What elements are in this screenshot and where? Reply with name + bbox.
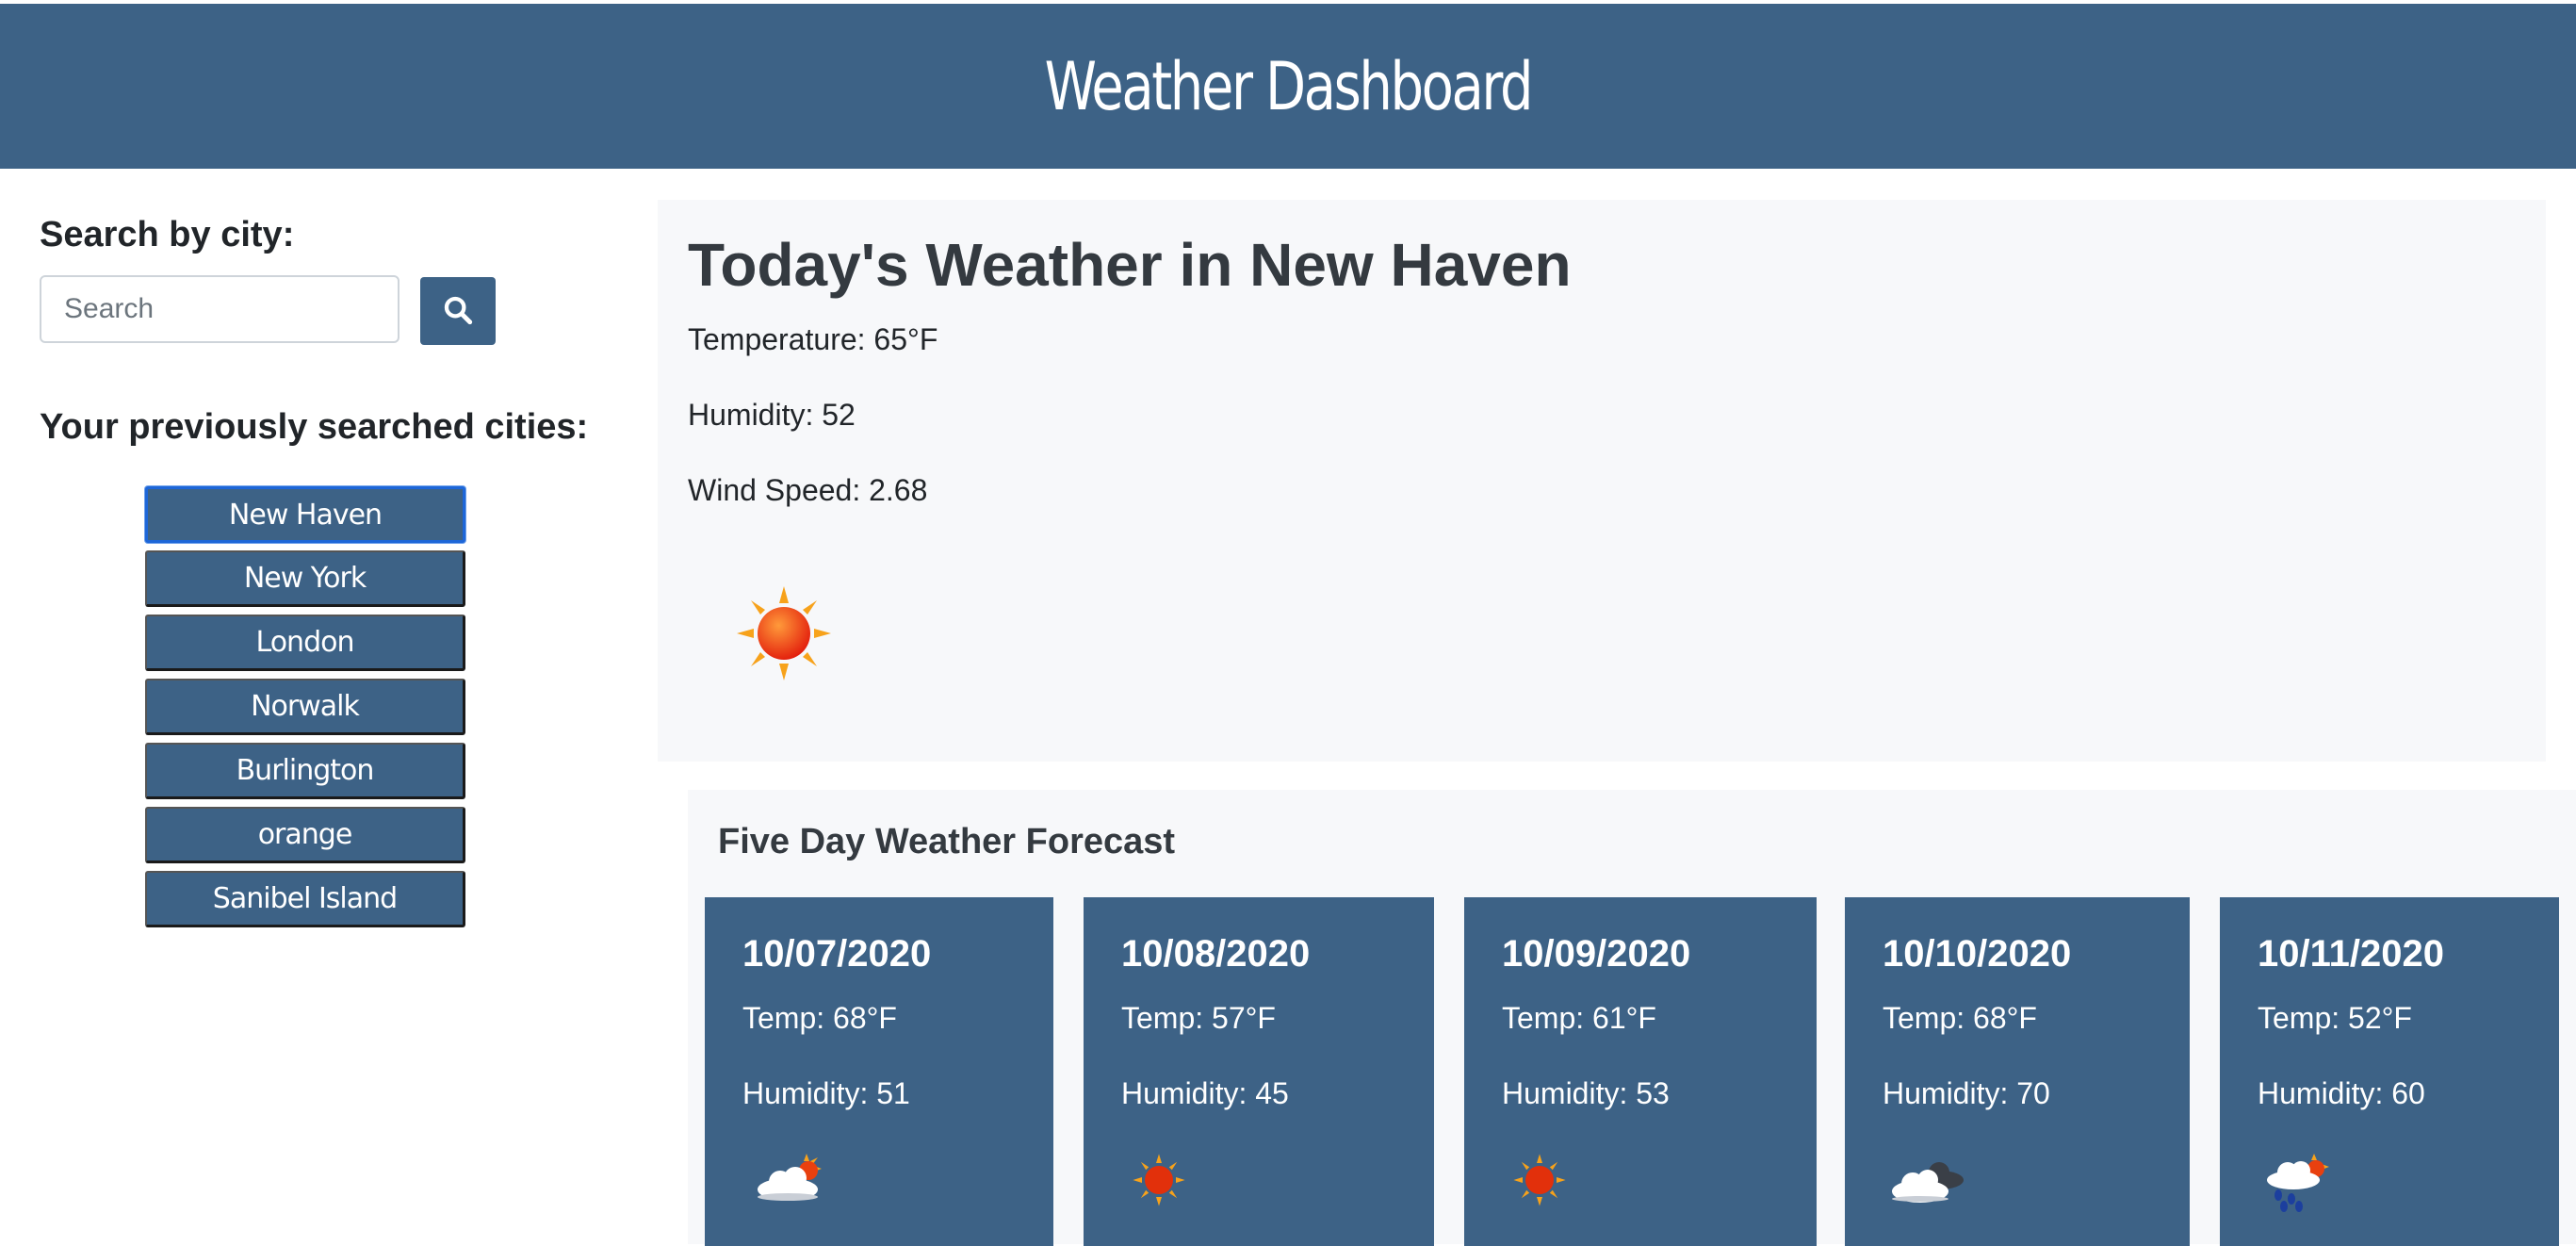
forecast-card: 10/11/2020 Temp: 52°F Humidity: 60 [2220, 897, 2559, 1246]
forecast-date: 10/11/2020 [2258, 933, 2444, 975]
forecast-date: 10/10/2020 [1883, 933, 2072, 975]
city-button[interactable]: Burlington [145, 743, 465, 799]
forecast-temp: Temp: 61°F [1502, 1001, 1656, 1035]
page-title: Weather Dashboard [1044, 47, 1534, 125]
current-temperature: Temperature: 65°F [688, 322, 938, 356]
current-humidity: Humidity: 52 [688, 398, 856, 432]
forecast-card: 10/07/2020 Temp: 68°F Humidity: 51 [705, 897, 1053, 1246]
forecast-date: 10/07/2020 [742, 933, 932, 975]
search-input[interactable] [40, 275, 399, 343]
partly-cloudy-icon [752, 1152, 831, 1213]
header-bar: Weather Dashboard [0, 4, 2576, 169]
forecast-card: 10/08/2020 Temp: 57°F Humidity: 45 [1084, 897, 1434, 1246]
forecast-temp: Temp: 68°F [742, 1001, 897, 1035]
rain-icon [2261, 1152, 2337, 1219]
forecast-date: 10/09/2020 [1502, 933, 1691, 975]
search-button[interactable] [420, 277, 496, 345]
sun-icon [1131, 1152, 1187, 1213]
forecast-humidity: Humidity: 70 [1883, 1076, 2050, 1110]
current-weather-title: Today's Weather in New Haven [688, 231, 1572, 299]
city-button[interactable]: Sanibel Island [145, 871, 465, 927]
forecast-temp: Temp: 68°F [1883, 1001, 2037, 1035]
forecast-panel: Five Day Weather Forecast 10/07/2020 Tem… [688, 790, 2576, 1246]
forecast-humidity: Humidity: 51 [742, 1076, 910, 1110]
sun-icon [737, 586, 831, 685]
sun-icon [1511, 1152, 1568, 1213]
city-button[interactable]: London [145, 615, 465, 671]
forecast-card: 10/10/2020 Temp: 68°F Humidity: 70 [1845, 897, 2190, 1246]
current-wind-speed: Wind Speed: 2.68 [688, 473, 928, 507]
forecast-title: Five Day Weather Forecast [718, 822, 1176, 861]
city-button[interactable]: Norwalk [145, 679, 465, 735]
search-icon [442, 294, 474, 329]
city-button[interactable]: New York [145, 550, 465, 607]
previous-cities-label: Your previously searched cities: [40, 407, 589, 447]
forecast-date: 10/08/2020 [1121, 933, 1311, 975]
forecast-humidity: Humidity: 45 [1121, 1076, 1289, 1110]
city-button[interactable]: orange [145, 807, 465, 863]
city-button[interactable]: New Haven [145, 486, 465, 543]
forecast-humidity: Humidity: 53 [1502, 1076, 1670, 1110]
current-weather-panel: Today's Weather in New Haven Temperature… [658, 200, 2546, 762]
previous-cities-list: New Haven New York London Norwalk Burlington… [145, 486, 465, 935]
cloudy-icon [1886, 1152, 1971, 1213]
forecast-temp: Temp: 57°F [1121, 1001, 1276, 1035]
forecast-humidity: Humidity: 60 [2258, 1076, 2425, 1110]
search-label: Search by city: [40, 215, 295, 254]
forecast-card: 10/09/2020 Temp: 61°F Humidity: 53 [1464, 897, 1817, 1246]
forecast-temp: Temp: 52°F [2258, 1001, 2412, 1035]
